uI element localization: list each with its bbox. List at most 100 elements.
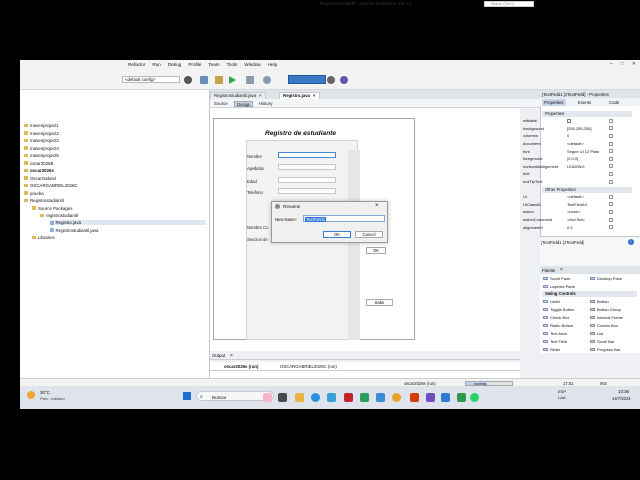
property-value[interactable]: 0.5 [567,225,607,230]
globe-icon[interactable] [184,76,192,84]
profile-icon[interactable] [263,76,271,84]
maximize-icon[interactable]: □ [621,61,624,67]
ellipsis-button[interactable] [609,209,613,214]
tree-item[interactable]: prueba [24,191,44,196]
tree-item[interactable]: Source Packages [32,206,72,211]
hammer-icon[interactable] [200,76,208,84]
close-icon[interactable]: × [259,93,262,98]
property-value[interactable]: LEADING [567,164,607,169]
palette-item[interactable]: List [590,331,603,336]
ellipsis-button[interactable] [609,202,613,207]
ide-search-input[interactable]: Search (Ctrl+I) [484,1,534,7]
ellipsis-button[interactable] [609,126,613,131]
property-value[interactable] [567,118,607,123]
palette-item[interactable]: Scroll Pane [543,276,570,281]
form-title[interactable]: Registro de estudiante [265,130,336,137]
taskbar-app-icon[interactable] [327,393,336,402]
file-explorer-icon[interactable] [295,393,304,402]
property-row[interactable]: text [522,170,620,178]
whatsapp-icon[interactable] [470,393,479,402]
close-icon[interactable]: × [375,203,379,209]
tab-output-oscar2026s[interactable]: oscar2026s (run) [224,364,258,369]
palette-item[interactable]: Desktop Pane [590,276,622,281]
run-icon[interactable] [229,76,236,84]
tab-history[interactable]: History [257,101,274,107]
tree-item[interactable]: OSCARGABRIEL2026C [24,183,78,188]
tree-item[interactable]: OscarGabriel [24,176,56,181]
property-row[interactable]: editable [522,117,620,125]
menu-window[interactable]: Window [244,62,260,67]
taskbar-app-icon[interactable] [376,393,385,402]
property-row[interactable]: background [255,255,255] [522,125,620,133]
edge-icon[interactable] [311,393,320,402]
ellipsis-button[interactable] [609,149,613,154]
new-name-input[interactable]: TextField1 [303,215,385,222]
swing-controls-section[interactable]: Swing Controls [542,291,637,297]
tab-registro[interactable]: Registro.java × [279,91,320,99]
palette-item[interactable]: Internal Frame [590,315,623,320]
chrome-icon[interactable] [392,393,401,402]
tree-item[interactable]: oscar2026s [24,168,54,173]
taskbar-app-icon[interactable] [344,393,353,402]
menu-tools[interactable]: Tools [227,62,238,67]
property-row[interactable]: toolTipText [522,178,620,186]
palette-item[interactable]: Scroll Bar [590,339,614,344]
property-value[interactable]: Segoe UI 12 Plain [567,149,607,154]
tree-item[interactable]: registrostudiantil [40,213,78,218]
taskbar-app-icon[interactable] [426,393,435,402]
label-telefono[interactable]: Telefono [247,190,263,195]
menu-help[interactable]: Help [268,62,277,67]
label-apellidos[interactable]: Apellidos [247,166,264,171]
ellipsis-button[interactable] [609,225,613,230]
tab-events[interactable]: Events [576,99,593,106]
tab-registrostudiantil[interactable]: Registrostudiantil.java × [210,91,266,99]
property-row[interactable]: foreground [0,0,0] [522,155,620,163]
language-2[interactable]: LAA [558,395,566,400]
property-row[interactable]: font Segoe UI 12 Plain [522,147,620,155]
config-select[interactable]: <default config> [122,76,180,83]
weather-icon[interactable] [27,391,35,399]
status-run[interactable]: oscar2026s (run) [404,381,436,386]
property-value[interactable]: <none> [567,209,607,214]
palette-item[interactable]: Layered Pane [543,284,575,289]
ellipsis-button[interactable] [609,194,613,199]
property-row[interactable]: horizontalAlignment LEADING [522,163,620,171]
tab-design[interactable]: Design [234,100,254,107]
output-title[interactable]: Output [212,353,225,358]
property-value[interactable]: <default> [567,141,607,146]
palette-item[interactable]: Progress Bar [590,347,620,352]
property-row[interactable]: columns 0 [522,132,620,140]
palette-item[interactable]: Text Field [543,339,567,344]
ellipsis-button[interactable] [609,118,613,123]
palette-item[interactable]: Check Box [543,315,569,320]
clean-build-icon[interactable] [215,76,223,84]
close-icon[interactable]: × [313,93,316,98]
language-1[interactable]: ESP [558,389,566,394]
ok-button[interactable]: OK [323,231,351,238]
property-row[interactable]: actionCommand <Not Set> [522,216,620,224]
tree-item[interactable]: mavenproject1 [24,123,59,128]
tree-item[interactable]: mavenproject4 [24,146,59,151]
ellipsis-button[interactable] [609,141,613,146]
tab-properties[interactable]: Properties [542,98,566,106]
label-nombre[interactable]: Nombre [247,154,262,159]
cancel-button[interactable]: Cancel [355,231,383,238]
tree-item[interactable]: mavenproject2 [24,131,59,136]
tree-item[interactable]: oscar2026B [24,161,53,166]
ellipsis-button[interactable] [609,164,613,169]
palette-item[interactable]: Toggle Button [543,307,574,312]
memory-indicator[interactable] [288,75,326,84]
label-seccion[interactable]: Seccion de [247,237,268,242]
tab-source[interactable]: Source [212,101,230,107]
property-value[interactable]: <default> [567,194,607,199]
close-icon[interactable]: ✕ [632,61,636,67]
tree-item[interactable]: mavenproject3 [24,138,59,143]
palette-title[interactable]: Palette [542,268,555,273]
property-row[interactable]: action <none> [522,208,620,216]
close-icon[interactable]: × [230,353,233,359]
property-value[interactable]: 0 [567,133,607,138]
tree-item[interactable]: Registrostudiantil [24,198,64,203]
tree-item[interactable]: Registrostudiantil.java [50,228,98,233]
gc-icon[interactable] [327,76,335,84]
property-row[interactable]: document <default> [522,140,620,148]
